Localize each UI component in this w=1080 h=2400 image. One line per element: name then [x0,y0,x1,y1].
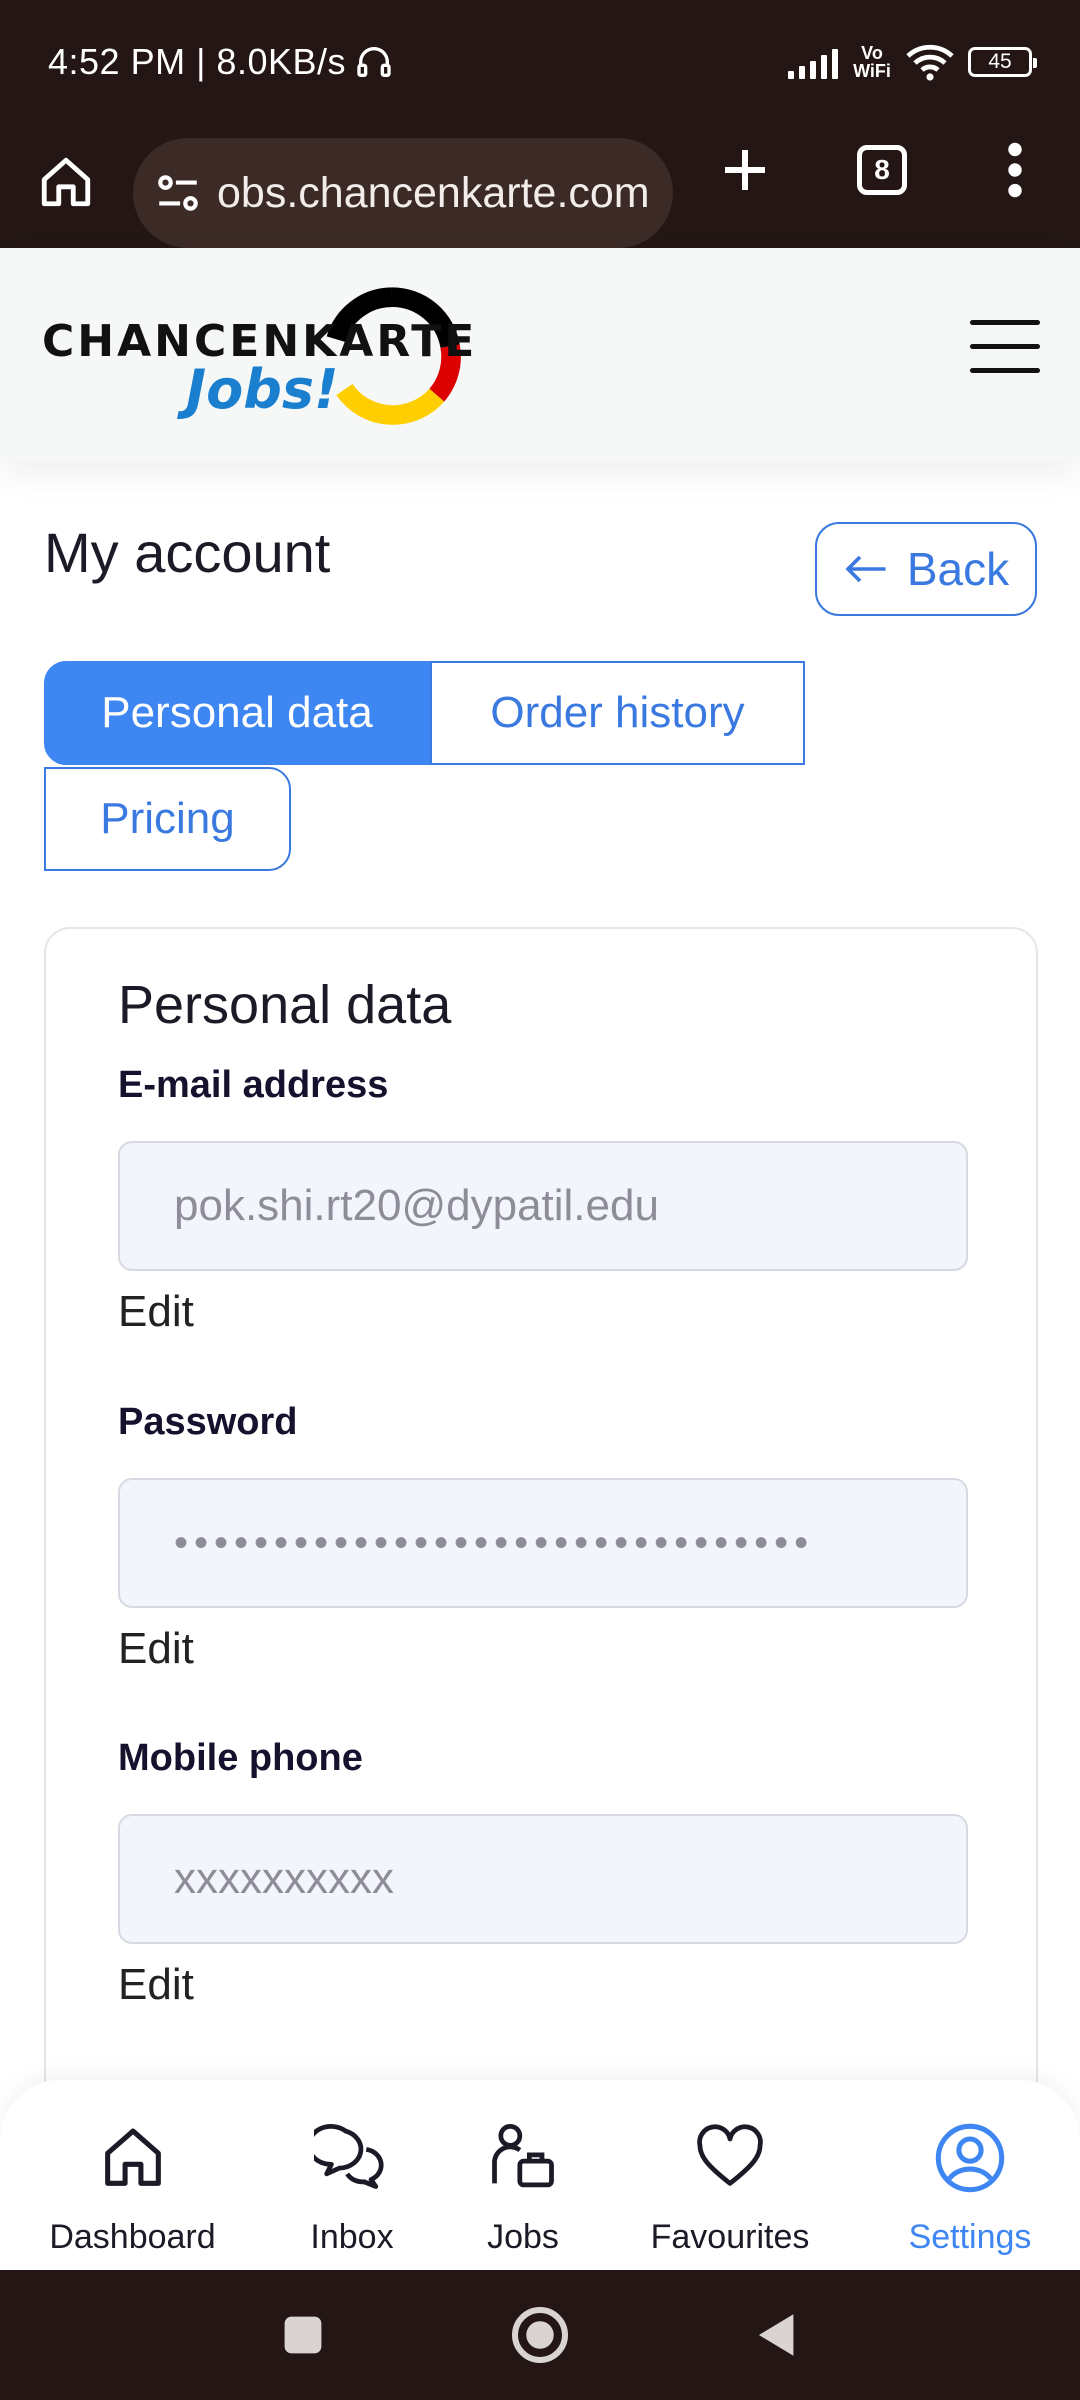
signal-icon [788,45,838,79]
chancenkarte-logo[interactable]: CHANCENKARTE Jobs! [42,286,474,426]
home-circle-icon[interactable] [510,2305,570,2365]
status-time: 4:52 PM | 8.0KB/s [48,41,346,82]
battery-level: 45 [988,50,1012,73]
logo-sub-text: Jobs! [186,358,339,421]
browser-toolbar: obs.chancenkarte.com [0,124,1080,248]
wifi-icon [906,44,954,81]
tab-switcher-button[interactable]: 8 [857,145,907,195]
edit-password-link[interactable]: Edit [118,1624,194,1674]
status-bar: 4:52 PM | 8.0KB/s Vo WiFi 45 [0,0,1080,124]
chat-icon [314,2123,384,2189]
nav-jobs-label: Jobs [487,2218,559,2256]
heart-icon [697,2124,763,2186]
nav-inbox[interactable]: Inbox [282,2080,422,2270]
back-button[interactable]: Back [815,522,1037,616]
nav-dashboard[interactable]: Dashboard [30,2080,235,2270]
tab-personal-data[interactable]: Personal data [44,661,430,765]
tab-order-history[interactable]: Order history [430,661,805,765]
url-text: obs.chancenkarte.com [217,168,650,217]
status-icons: Vo WiFi 45 [788,42,1037,82]
nav-settings-label: Settings [908,2218,1032,2256]
nav-favourites-label: Favourites [650,2218,810,2256]
personal-data-card: Personal data E-mail address pok.shi.rt2… [44,927,1038,2127]
bottom-navigation: Dashboard Inbox Jobs Favourites Settings [0,2080,1080,2270]
nav-jobs[interactable]: Jobs [463,2080,583,2270]
edit-mobile-phone-link[interactable]: Edit [118,1960,194,2010]
edit-email-link[interactable]: Edit [118,1287,194,1337]
more-menu-icon[interactable] [1000,142,1030,198]
headphone-icon [357,47,391,78]
back-triangle-icon[interactable] [752,2309,798,2361]
mobile-phone-field[interactable]: xxxxxxxxxx [118,1814,968,1944]
mobile-phone-label: Mobile phone [118,1737,363,1779]
screen: 4:52 PM | 8.0KB/s Vo WiFi 45 obs.chancen… [0,0,1080,2400]
site-header: CHANCENKARTE Jobs! [0,248,1080,462]
vowifi-label: Vo WiFi [853,43,891,81]
password-field[interactable]: •••••••••••••••••••••••••••••••• [118,1478,968,1608]
home-icon [104,2128,161,2186]
back-button-label: Back [906,543,1010,595]
nav-dashboard-label: Dashboard [49,2218,216,2256]
card-title: Personal data [118,975,452,1035]
menu-button[interactable] [970,320,1040,376]
nav-settings[interactable]: Settings [890,2080,1050,2270]
email-field[interactable]: pok.shi.rt20@dypatil.edu [118,1141,968,1271]
browser-home-button[interactable] [30,146,102,218]
nav-inbox-label: Inbox [310,2218,394,2256]
recents-icon[interactable] [280,2312,326,2358]
site-settings-icon[interactable] [153,168,203,218]
user-circle-icon [935,2123,1005,2193]
home-icon [41,157,91,207]
tab-pricing[interactable]: Pricing [44,767,291,871]
email-label: E-mail address [118,1064,389,1106]
jobs-icon [492,2123,554,2188]
address-bar[interactable]: obs.chancenkarte.com [133,138,673,248]
nav-favourites[interactable]: Favourites [640,2080,820,2270]
password-label: Password [118,1401,298,1443]
battery-icon: 45 [968,47,1037,77]
page-title: My account [44,521,331,584]
new-tab-icon[interactable] [715,130,775,210]
system-navigation-bar [0,2270,1080,2400]
arrow-left-icon [845,555,886,583]
